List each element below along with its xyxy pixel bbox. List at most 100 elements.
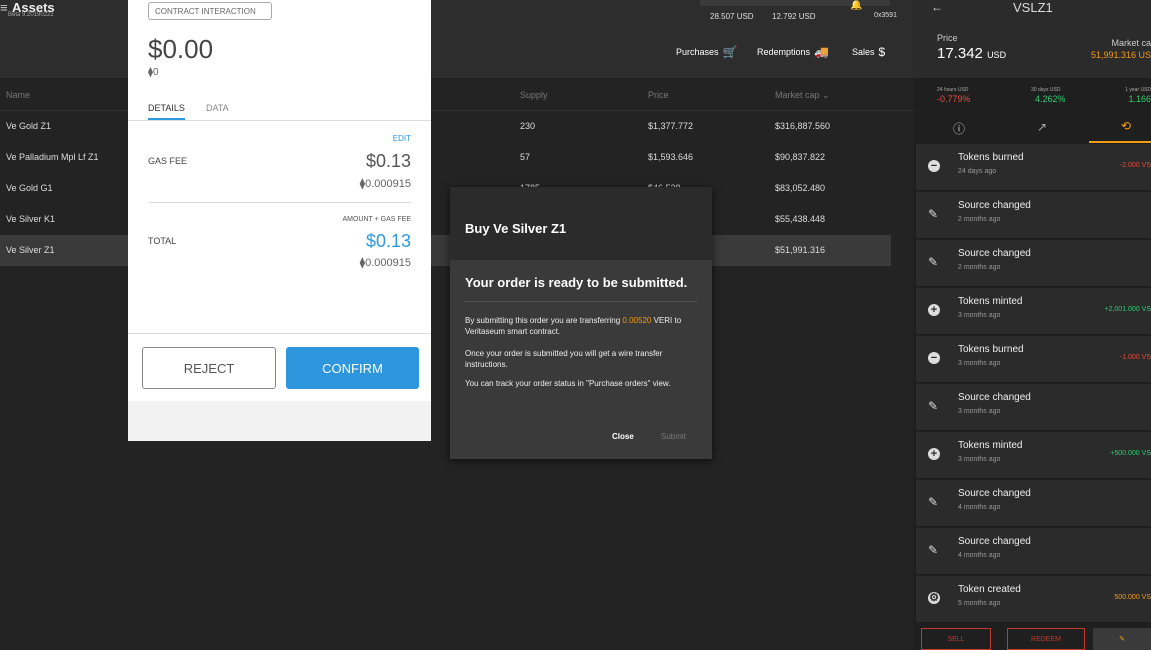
history-item[interactable]: + Tokens minted 3 months ago +2,001.000 VS (916, 288, 1151, 334)
contract-bottom-divider (128, 333, 431, 334)
contract-amount: $0.00 (148, 34, 214, 64)
truck-icon: 🚚 (814, 45, 829, 59)
gear-icon: ⚙ (928, 592, 940, 604)
cart-icon: 🛒 (722, 45, 738, 59)
history-item[interactable]: ✎ Source changed 4 months ago (916, 528, 1151, 574)
history-item-date: 3 months ago (958, 360, 1001, 367)
tab-data[interactable]: DATA (206, 103, 229, 113)
buy-modal-status-text: You can track your order status in "Purc… (465, 379, 671, 388)
cell-name: Ve Silver K1 (6, 214, 56, 224)
history-item-title: Tokens minted (958, 440, 1023, 451)
total-usd: $0.13 (365, 231, 411, 251)
cell-market-cap: $316,887.560 (775, 121, 831, 131)
header-stat-2: 12.792 USD (772, 12, 816, 21)
history-item[interactable]: + Tokens minted 3 months ago +500.000 VS (916, 432, 1151, 478)
gas-divider (148, 202, 411, 203)
market-cap-value: 51,991.316 US (1090, 50, 1151, 60)
nav-redemptions[interactable]: Redemptions 🚚 (757, 45, 829, 59)
buy-modal-divider (465, 301, 697, 302)
history-item-value: 500.000 VS (1114, 594, 1151, 601)
cell-supply: 230 (520, 121, 536, 131)
price-value: 17.342 (937, 45, 983, 62)
history-item[interactable]: ⚙ Token created 5 months ago 500.000 VS (916, 576, 1151, 622)
asset-detail-panel: ← VSLZ1 Price 17.342 USD Market ca 51,99… (913, 0, 1151, 650)
column-market-cap[interactable]: Market cap ⌄ (775, 90, 830, 101)
redeem-button[interactable]: REDEEM (1007, 628, 1085, 650)
history-item-title: Source changed (958, 200, 1031, 211)
history-item-date: 3 months ago (958, 312, 1001, 319)
history-item-date: 24 days ago (958, 168, 997, 175)
nav-sales-label: Sales (852, 47, 875, 57)
history-item[interactable]: ✎ Source changed 2 months ago (916, 240, 1151, 286)
transfer-amount: 0.00520 (622, 316, 652, 325)
pencil-icon: ✎ (928, 255, 939, 269)
transfer-text-a: By submitting this order you are transfe… (465, 316, 621, 325)
history-item[interactable]: ✎ Source changed 3 months ago (916, 384, 1151, 430)
menu-icon[interactable]: ≡ (0, 0, 8, 15)
history-item[interactable]: − Tokens burned 3 months ago -1.000 VS (916, 336, 1151, 382)
minus-circle-icon: − (928, 352, 940, 364)
change-30d-label: 30 days USD (1031, 87, 1061, 93)
pencil-icon: ✎ (928, 399, 939, 413)
gas-fee-label: GAS FEE (148, 156, 188, 166)
history-item-date: 3 months ago (958, 408, 1001, 415)
nav-purchases[interactable]: Purchases 🛒 (676, 45, 737, 59)
history-item[interactable]: ✎ Source changed 2 months ago (916, 192, 1151, 238)
contract-interaction-panel: CONTRACT INTERACTION $0.00 ⧫0 DETAILS DA… (128, 0, 431, 441)
column-name[interactable]: Name (6, 90, 30, 100)
cell-market-cap: $51,991.316 (775, 245, 826, 255)
buy-modal-wire-text: Once your order is submitted you will ge… (465, 349, 663, 369)
info-icon[interactable]: ⓘ (953, 120, 965, 137)
cell-market-cap: $55,438.448 (775, 214, 826, 224)
plus-circle-icon: + (928, 304, 940, 316)
contract-interaction-chip: CONTRACT INTERACTION (148, 2, 272, 20)
history-item-value: +2,001.000 VS (1104, 306, 1151, 313)
contract-footer (128, 401, 431, 441)
price-label: Price (937, 33, 958, 43)
history-item-value: -1.000 VS (1119, 354, 1151, 361)
cell-market-cap: $83,052.480 (775, 183, 826, 193)
column-supply[interactable]: Supply (520, 90, 548, 100)
nav-sales[interactable]: Sales $ (852, 45, 885, 59)
sell-button[interactable]: SELL (921, 628, 991, 650)
contract-divider (128, 120, 431, 121)
edit-token-button[interactable]: ✎ (1093, 628, 1151, 650)
history-item-value: +500.000 VS (1110, 450, 1151, 457)
close-button[interactable]: Close (612, 432, 634, 441)
back-arrow-icon[interactable]: ← (931, 0, 943, 14)
cell-market-cap: $90,837.822 (775, 152, 826, 162)
history-icon[interactable]: ⟲ (1121, 119, 1131, 133)
history-item-date: 4 months ago (958, 504, 1001, 511)
total-caption: AMOUNT + GAS FEE (342, 216, 411, 223)
reject-button[interactable]: REJECT (142, 347, 276, 389)
gas-fee-eth: ⧫0.000915 (359, 178, 411, 190)
history-item-value: -2.000 VS (1119, 162, 1151, 169)
total-eth: ⧫0.000915 (359, 257, 411, 269)
cell-name: Ve Silver Z1 (6, 245, 55, 255)
market-cap-label: Market ca (1111, 38, 1151, 48)
history-item[interactable]: ✎ Source changed 4 months ago (916, 480, 1151, 526)
edit-link[interactable]: EDIT (393, 134, 411, 143)
dollar-icon: $ (878, 45, 886, 59)
cell-price: $1,377.772 (648, 121, 694, 131)
change-24h-value: -0.779% (937, 94, 971, 104)
pencil-icon: ✎ (928, 543, 939, 557)
bell-icon[interactable]: 🔔 (850, 0, 862, 11)
pencil-icon: ✎ (928, 495, 939, 509)
history-item-title: Tokens burned (958, 152, 1024, 163)
column-price[interactable]: Price (648, 90, 669, 100)
history-item-title: Tokens burned (958, 344, 1024, 355)
buy-modal-title: Buy Ve Silver Z1 (465, 221, 567, 236)
header-stat-1: 28.507 USD (710, 12, 754, 21)
history-item[interactable]: − Tokens burned 24 days ago -2.000 VS (916, 144, 1151, 190)
history-item-date: 5 months ago (958, 600, 1001, 607)
wallet-address[interactable]: 0x3591 (874, 12, 897, 19)
contract-eth-amount: ⧫0 (148, 67, 159, 78)
buy-modal-heading: Your order is ready to be submitted. (465, 275, 688, 290)
app-version: Beta 9.20190222 (8, 12, 54, 18)
confirm-button[interactable]: CONFIRM (286, 347, 419, 389)
submit-button[interactable]: Submit (661, 432, 686, 441)
total-label: TOTAL (148, 236, 177, 246)
tab-details[interactable]: DETAILS (148, 103, 185, 120)
trend-chart-icon[interactable]: ↗ (1037, 120, 1047, 134)
